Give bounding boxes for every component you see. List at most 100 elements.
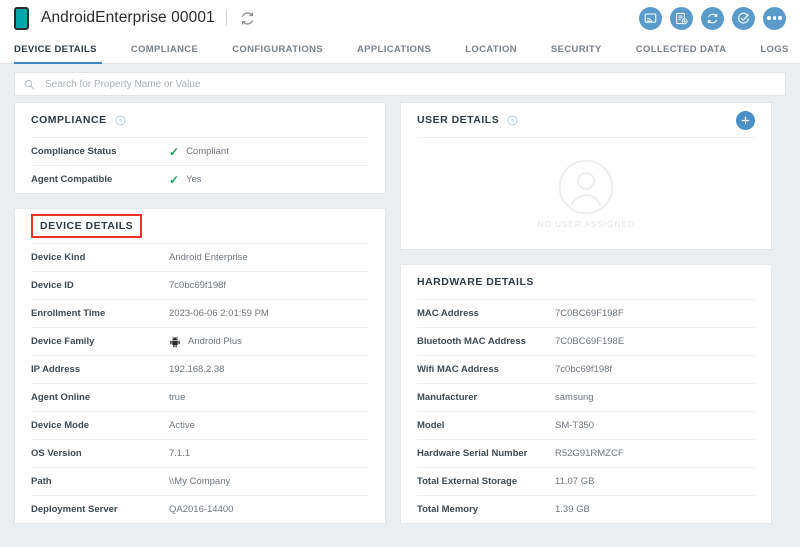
row-key: Agent Compatible	[31, 174, 113, 185]
row-key: Device Family	[31, 336, 95, 347]
tab-applications[interactable]: APPLICATIONS	[340, 36, 448, 63]
row-value: Android Plus	[169, 336, 242, 348]
header-action-bar	[639, 6, 786, 30]
table-row: Compliance Status ✓ Compliant	[31, 137, 369, 165]
compliance-card: COMPLIANCE ? Compliance Status ✓ Complia…	[14, 102, 386, 194]
phone-icon	[14, 6, 29, 30]
compliance-card-header: COMPLIANCE ?	[31, 103, 369, 137]
user-avatar-icon	[558, 159, 614, 214]
plus-icon	[741, 116, 750, 124]
row-value: Active	[169, 420, 195, 431]
help-icon[interactable]: ?	[115, 115, 126, 126]
row-value-text: Compliant	[186, 146, 229, 157]
device-details-title: DEVICE DETAILS	[31, 214, 143, 238]
left-column: COMPLIANCE ? Compliance Status ✓ Complia…	[14, 102, 386, 538]
row-key: Total Memory	[417, 504, 479, 515]
tab-logs[interactable]: LOGS	[743, 36, 800, 63]
table-row: Path \\My Company	[31, 467, 369, 495]
svg-text:?: ?	[118, 118, 122, 124]
row-value: ✓ Yes	[169, 174, 202, 186]
row-key: Enrollment Time	[31, 308, 106, 319]
tab-security[interactable]: SECURITY	[534, 36, 619, 63]
table-row: Enrollment Time 2023-06-06 2:01:59 PM	[31, 299, 369, 327]
table-row: Agent Online true	[31, 383, 369, 411]
tab-label: CONFIGURATIONS	[232, 44, 323, 55]
tab-label: DEVICE DETAILS	[14, 44, 97, 55]
table-row: Deployment Server QA2016-14400	[31, 495, 369, 523]
row-key: Total External Storage	[417, 476, 518, 487]
sync-device-button[interactable]	[701, 6, 724, 30]
user-details-title: USER DETAILS	[417, 114, 500, 126]
row-key: Device ID	[31, 280, 74, 291]
tab-label: APPLICATIONS	[356, 44, 432, 55]
tab-collected-data[interactable]: COLLECTED DATA	[619, 36, 744, 63]
right-column: USER DETAILS ? NO USER ASSIGNED HARDWARE…	[400, 102, 772, 538]
row-key: OS Version	[31, 448, 82, 459]
add-user-button[interactable]	[736, 110, 755, 130]
search-box[interactable]	[14, 72, 786, 96]
table-row: Device Kind Android Enterprise	[31, 243, 369, 271]
row-value: 192.168.2.38	[169, 364, 225, 375]
user-details-card: USER DETAILS ? NO USER ASSIGNED	[400, 102, 772, 250]
row-key: IP Address	[31, 364, 81, 375]
row-key: Hardware Serial Number	[417, 448, 528, 459]
row-key: Deployment Server	[31, 504, 118, 515]
row-value: 7c0bc69f198f	[169, 280, 227, 291]
row-value: 7c0bc69f198f	[555, 364, 613, 375]
row-value: Android Enterprise	[169, 252, 248, 263]
row-value: QA2016-14400	[169, 504, 234, 515]
row-value: 7C0BC69F198F	[555, 308, 624, 319]
check-in-button[interactable]	[732, 6, 755, 30]
user-empty-label: NO USER ASSIGNED	[537, 218, 635, 229]
check-icon: ✓	[169, 172, 180, 187]
row-key: Manufacturer	[417, 392, 478, 403]
tab-device-details[interactable]: DEVICE DETAILS	[14, 36, 114, 64]
tab-label: SECURITY	[550, 44, 602, 55]
row-value-text: Android Plus	[188, 336, 242, 347]
device-details-card: DEVICE DETAILS Device Kind Android Enter…	[14, 208, 386, 524]
row-value: true	[169, 392, 186, 403]
row-value: \\My Company	[169, 476, 231, 487]
compliance-title: COMPLIANCE	[31, 114, 107, 126]
row-key: Wifi MAC Address	[417, 364, 499, 375]
table-row: Device Family Android Plus	[31, 327, 369, 355]
ellipsis-icon	[767, 16, 782, 20]
page-title: AndroidEnterprise 00001	[41, 9, 215, 26]
row-value: 7C0BC69F198E	[555, 336, 625, 347]
tab-location[interactable]: LOCATION	[448, 36, 534, 63]
table-row: OS Version 7.1.1	[31, 439, 369, 467]
tab-configurations[interactable]: CONFIGURATIONS	[215, 36, 340, 63]
search-area	[0, 64, 800, 102]
user-details-card-header: USER DETAILS ?	[417, 103, 755, 137]
row-key: MAC Address	[417, 308, 479, 319]
row-key: Agent Online	[31, 392, 91, 403]
row-value: 7.1.1	[169, 448, 191, 459]
row-value-text: Yes	[186, 174, 202, 185]
more-options-button[interactable]	[763, 6, 786, 30]
user-empty-state: NO USER ASSIGNED	[417, 137, 755, 249]
row-value: R52G91RMZCF	[555, 448, 624, 459]
search-input[interactable]	[43, 77, 776, 91]
row-key: Model	[417, 420, 445, 431]
table-row: Hardware Serial Number R52G91RMZCF	[417, 439, 755, 467]
device-details-card-header: DEVICE DETAILS	[31, 209, 369, 243]
refresh-icon[interactable]	[238, 8, 258, 28]
help-icon[interactable]: ?	[507, 115, 518, 126]
svg-text:?: ?	[511, 118, 515, 124]
main-content: COMPLIANCE ? Compliance Status ✓ Complia…	[0, 102, 800, 538]
tab-compliance[interactable]: COMPLIANCE	[114, 36, 215, 63]
device-query-button[interactable]	[670, 6, 693, 30]
row-value: 1.39 GB	[555, 504, 590, 515]
table-row: Manufacturer samsung	[417, 383, 755, 411]
row-value: ✓ Compliant	[169, 146, 229, 158]
table-row: Total External Storage 11.07 GB	[417, 467, 755, 495]
tab-label: LOGS	[760, 44, 789, 55]
header-divider	[225, 10, 227, 26]
remote-control-button[interactable]	[639, 6, 662, 30]
row-key: Device Kind	[31, 252, 86, 263]
check-icon: ✓	[169, 144, 180, 159]
table-row: MAC Address 7C0BC69F198F	[417, 299, 755, 327]
table-row: IP Address 192.168.2.38	[31, 355, 369, 383]
table-row: Device ID 7c0bc69f198f	[31, 271, 369, 299]
android-icon	[170, 336, 180, 347]
